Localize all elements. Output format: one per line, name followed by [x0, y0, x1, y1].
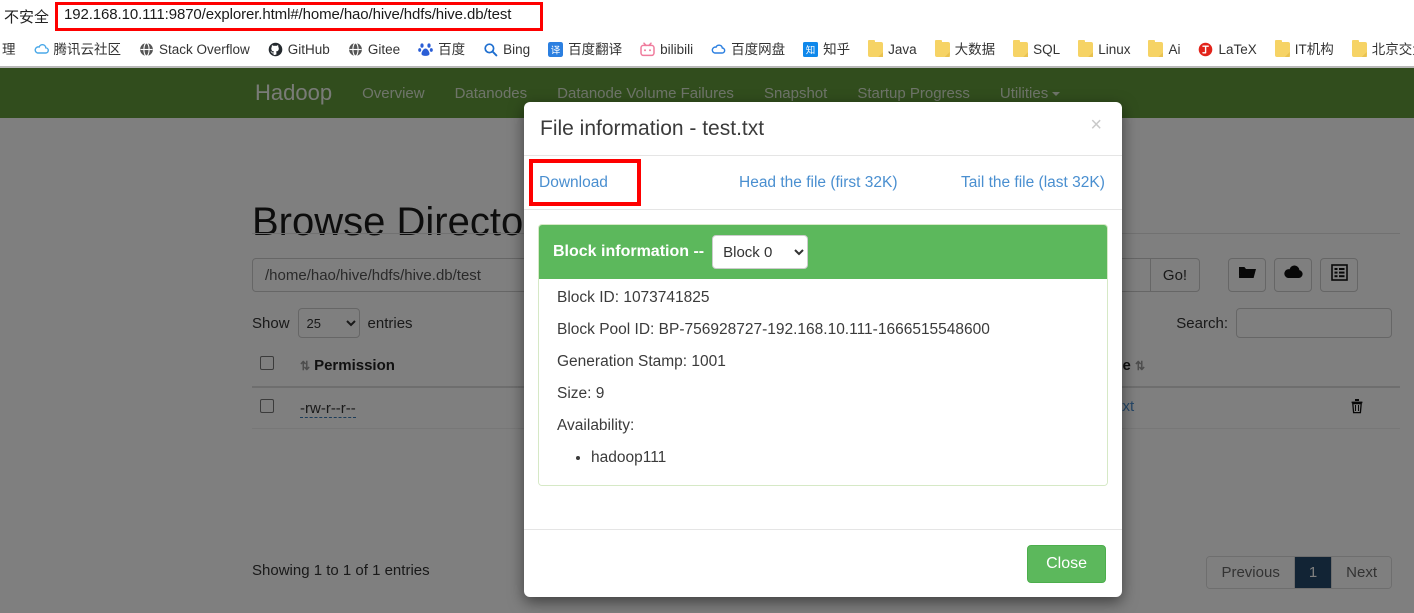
- bookmark-item[interactable]: SQL: [1004, 37, 1069, 63]
- bookmarks-bar[interactable]: 理腾讯云社区 Stack Overflow GitHub Gitee 百度 Bing 译百度…: [0, 33, 1414, 66]
- bookmark-item[interactable]: Ai: [1139, 37, 1189, 63]
- modal-title: File information - test.txt: [540, 116, 765, 140]
- list-item: hadoop111: [591, 449, 1089, 467]
- globe-icon: [348, 42, 363, 57]
- block-id-text: Block ID: 1073741825: [557, 289, 710, 306]
- modal-body: Block information -- Block 0 Block ID: 1…: [524, 210, 1122, 500]
- bookmark-item[interactable]: GitHub: [259, 37, 339, 63]
- modal-footer: Close: [524, 529, 1122, 597]
- bookmark-label: 百度网盘: [731, 42, 786, 57]
- bookmark-item[interactable]: 百度: [409, 37, 474, 63]
- folder-icon: [934, 40, 950, 57]
- generation-stamp-text: Generation Stamp: 1001: [557, 353, 726, 370]
- bookmark-item[interactable]: 腾讯云社区: [25, 37, 131, 63]
- bookmark-label: 北京交大: [1371, 42, 1414, 57]
- bookmark-label: Linux: [1098, 42, 1131, 57]
- bookmark-label: 百度: [438, 42, 466, 57]
- block-information-label: Block information --: [553, 243, 705, 260]
- bookmark-label: GitHub: [287, 42, 330, 57]
- folder-icon: [1274, 40, 1290, 57]
- url-highlight-box: [55, 2, 543, 31]
- bookmark-label: Stack Overflow: [159, 42, 250, 57]
- bookmark-item[interactable]: Java: [859, 37, 926, 63]
- modal-header: File information - test.txt ×: [524, 102, 1122, 156]
- folder-icon: [1013, 40, 1029, 57]
- folder-icon: [868, 40, 884, 57]
- bookmark-item[interactable]: 北京交大: [1343, 37, 1414, 63]
- latex-icon: [1198, 42, 1213, 57]
- close-icon[interactable]: ×: [1084, 114, 1108, 136]
- cloud-icon: [34, 42, 49, 57]
- bookmark-item[interactable]: Gitee: [339, 37, 409, 63]
- bookmark-item[interactable]: Stack Overflow: [130, 37, 259, 63]
- svg-text:译: 译: [551, 45, 561, 56]
- bookmark-item[interactable]: LaTeX: [1189, 37, 1265, 63]
- search-icon: [483, 42, 498, 57]
- folder-icon: [1351, 40, 1367, 57]
- bookmark-item[interactable]: 译百度翻译: [539, 37, 631, 63]
- head-file-link[interactable]: Head the file (first 32K): [739, 174, 898, 192]
- modal-actions-bar: Download Head the file (first 32K) Tail …: [524, 156, 1122, 210]
- file-information-modal: File information - test.txt × Download H…: [524, 102, 1122, 597]
- bookmark-label: bilibili: [660, 42, 694, 57]
- folder-icon: [1078, 40, 1094, 57]
- bookmark-label: Ai: [1168, 42, 1181, 57]
- github-icon: [268, 42, 283, 57]
- bookmark-label: 知乎: [823, 42, 851, 57]
- bookmark-label: 大数据: [954, 42, 996, 57]
- bookmark-label: 腾讯云社区: [53, 42, 122, 57]
- block-panel-header: Block information -- Block 0: [539, 225, 1107, 279]
- bookmark-item[interactable]: bilibili: [631, 37, 702, 63]
- size-text: Size: 9: [557, 385, 605, 402]
- security-status-label[interactable]: 不安全: [0, 6, 57, 27]
- baidu-icon: [418, 42, 433, 57]
- availability-label: Availability:: [557, 417, 635, 434]
- bilibili-icon: [640, 42, 655, 57]
- block-panel-body: Block ID: 1073741825 Block Pool ID: BP-7…: [539, 279, 1107, 485]
- bookmark-item[interactable]: 知知乎: [794, 37, 859, 63]
- availability-list: hadoop111: [557, 449, 1089, 467]
- bookmark-label: IT机构: [1294, 42, 1334, 57]
- bookmark-label: LaTeX: [1218, 42, 1257, 57]
- bookmark-item[interactable]: Linux: [1069, 37, 1139, 63]
- globe-icon: [139, 42, 154, 57]
- bookmark-label: 百度翻译: [568, 42, 623, 57]
- bookmark-item[interactable]: 理: [0, 37, 25, 63]
- block-pool-id-text: Block Pool ID: BP-756928727-192.168.10.1…: [557, 321, 990, 338]
- bookmark-label: 理: [2, 42, 16, 57]
- translate-icon: 译: [548, 42, 564, 57]
- folder-icon: [1148, 40, 1164, 57]
- bookmark-item[interactable]: 大数据: [926, 37, 1005, 63]
- netdisk-icon: [711, 42, 726, 57]
- bookmark-label: Gitee: [367, 42, 401, 57]
- browser-chrome: 不安全 192.168.10.111:9870/explorer.html#/h…: [0, 0, 1414, 68]
- bookmark-item[interactable]: Bing: [474, 37, 539, 63]
- bookmark-label: Bing: [503, 42, 531, 57]
- download-link[interactable]: Download: [539, 174, 608, 192]
- zhihu-icon: 知: [803, 42, 819, 57]
- svg-text:知: 知: [806, 44, 816, 56]
- close-button[interactable]: Close: [1027, 544, 1106, 583]
- bookmark-item[interactable]: IT机构: [1266, 37, 1343, 63]
- bookmark-item[interactable]: 百度网盘: [702, 37, 794, 63]
- block-information-panel: Block information -- Block 0 Block ID: 1…: [538, 224, 1108, 486]
- tail-file-link[interactable]: Tail the file (last 32K): [961, 174, 1105, 192]
- bookmark-label: SQL: [1033, 42, 1061, 57]
- block-select[interactable]: Block 0: [712, 235, 809, 269]
- bookmark-label: Java: [888, 42, 917, 57]
